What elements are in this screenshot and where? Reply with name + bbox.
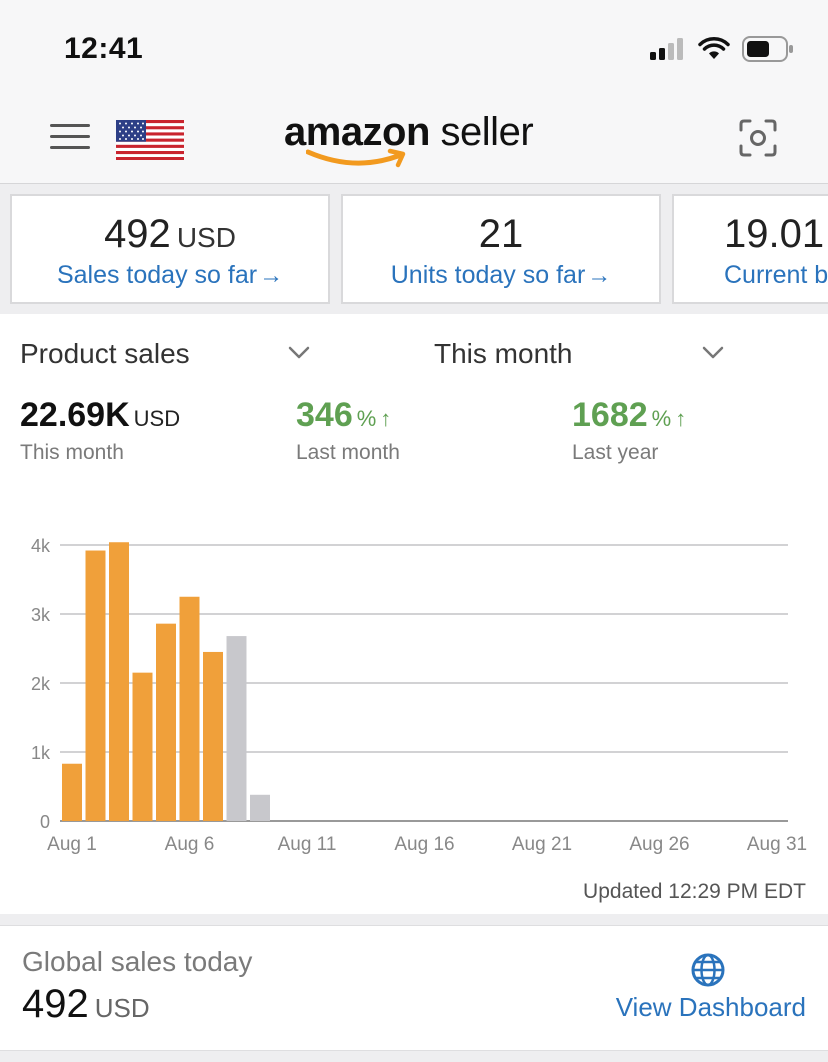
battery-icon — [742, 36, 793, 62]
us-flag-icon[interactable] — [116, 120, 184, 160]
kpi-sales-link[interactable]: Sales today so far — [57, 261, 257, 289]
this-month-unit: USD — [133, 406, 181, 431]
arrow-right-icon: → — [587, 262, 612, 289]
bottom-divider — [0, 1050, 828, 1062]
metric-dropdown[interactable]: Product sales — [20, 338, 190, 370]
sales-panel: Product sales This month 22.69K USD This … — [0, 314, 828, 914]
chart-bar — [109, 542, 129, 821]
view-dashboard-link[interactable]: View Dashboard — [616, 992, 806, 1023]
y-tick-label: 1k — [31, 743, 51, 763]
x-tick-label: Aug 11 — [278, 834, 337, 855]
arrow-right-icon: → — [259, 262, 284, 289]
metric-last-year: 1682% ↑ Last year — [572, 396, 686, 465]
chart-bar — [226, 636, 247, 821]
kpi-card-current-balance[interactable]: 19.01 Current b — [672, 194, 828, 304]
x-tick-label: Aug 1 — [47, 834, 97, 855]
hamburger-menu-icon[interactable] — [50, 124, 90, 154]
cellular-signal-icon — [650, 38, 683, 60]
section-divider — [0, 914, 828, 926]
amazon-smile-icon — [306, 148, 406, 168]
sales-bar-chart: 0 1k 2k 3k 4k Aug 1 Aug 6 Aug 11 Aug 16 Aug 21 Aug… — [31, 536, 807, 855]
kpi-sales-unit: USD — [176, 222, 236, 253]
chart-bar — [132, 672, 153, 821]
globe-icon[interactable] — [690, 952, 726, 988]
x-tick-label: Aug 6 — [165, 834, 215, 855]
global-sales-value: 492 — [22, 982, 89, 1026]
chart-bar — [85, 550, 106, 821]
kpi-strip[interactable]: 492 USD Sales today so far→ 21 Units toda… — [0, 184, 828, 314]
global-sales-title: Global sales today — [22, 946, 253, 977]
global-sales-unit: USD — [94, 993, 150, 1023]
x-tick-label: Aug 31 — [747, 834, 807, 855]
y-tick-label: 3k — [31, 605, 51, 625]
chevron-down-icon[interactable] — [288, 346, 310, 360]
kpi-card-units-today[interactable]: 21 Units today so far→ — [341, 194, 661, 304]
kpi-units-value: 21 — [478, 212, 524, 256]
scan-icon[interactable] — [738, 118, 778, 158]
metric-last-month: 346% ↑ Last month — [296, 396, 400, 465]
kpi-units-link[interactable]: Units today so far — [391, 261, 586, 289]
last-year-label: Last year — [572, 441, 659, 464]
last-month-value: 346 — [296, 396, 353, 434]
chevron-down-icon[interactable] — [702, 346, 724, 360]
last-month-unit: % — [356, 406, 377, 431]
y-tick-label: 0 — [40, 812, 50, 832]
chart-bar — [250, 794, 270, 821]
chart-bar — [179, 596, 200, 821]
arrow-up-icon: ↑ — [675, 406, 687, 431]
global-sales-panel: Global sales today 492 USD View Dashboard — [0, 926, 828, 1050]
this-month-label: This month — [20, 441, 124, 464]
wifi-icon — [698, 37, 730, 59]
period-dropdown[interactable]: This month — [434, 338, 573, 370]
status-bar: 12:41 — [0, 0, 828, 96]
kpi-card-sales-today[interactable]: 492 USD Sales today so far→ — [10, 194, 330, 304]
logo-word-seller: seller — [429, 110, 534, 154]
kpi-sales-value: 492 — [104, 212, 171, 256]
y-tick-label: 4k — [31, 536, 51, 556]
kpi-balance-value: 19.01 — [724, 212, 825, 256]
updated-timestamp: Updated 12:29 PM EDT — [583, 880, 806, 903]
last-year-unit: % — [651, 406, 672, 431]
x-tick-label: Aug 21 — [512, 834, 572, 855]
status-icons — [650, 36, 794, 62]
kpi-balance-link[interactable]: Current b — [724, 261, 828, 289]
y-tick-label: 2k — [31, 674, 51, 694]
chart-bar — [156, 623, 176, 821]
last-year-value: 1682 — [572, 396, 648, 434]
arrow-up-icon: ↑ — [380, 406, 392, 431]
this-month-value: 22.69K — [20, 396, 130, 434]
x-tick-label: Aug 16 — [394, 834, 454, 855]
x-tick-label: Aug 26 — [629, 834, 689, 855]
last-month-label: Last month — [296, 441, 400, 464]
amazon-seller-logo: amazon seller — [284, 110, 554, 172]
app-header: amazon seller — [0, 96, 828, 184]
chart-bar — [62, 763, 82, 821]
chart-bar — [203, 651, 223, 821]
metric-this-month: 22.69K USD This month — [20, 396, 180, 465]
status-time: 12:41 — [64, 32, 144, 65]
